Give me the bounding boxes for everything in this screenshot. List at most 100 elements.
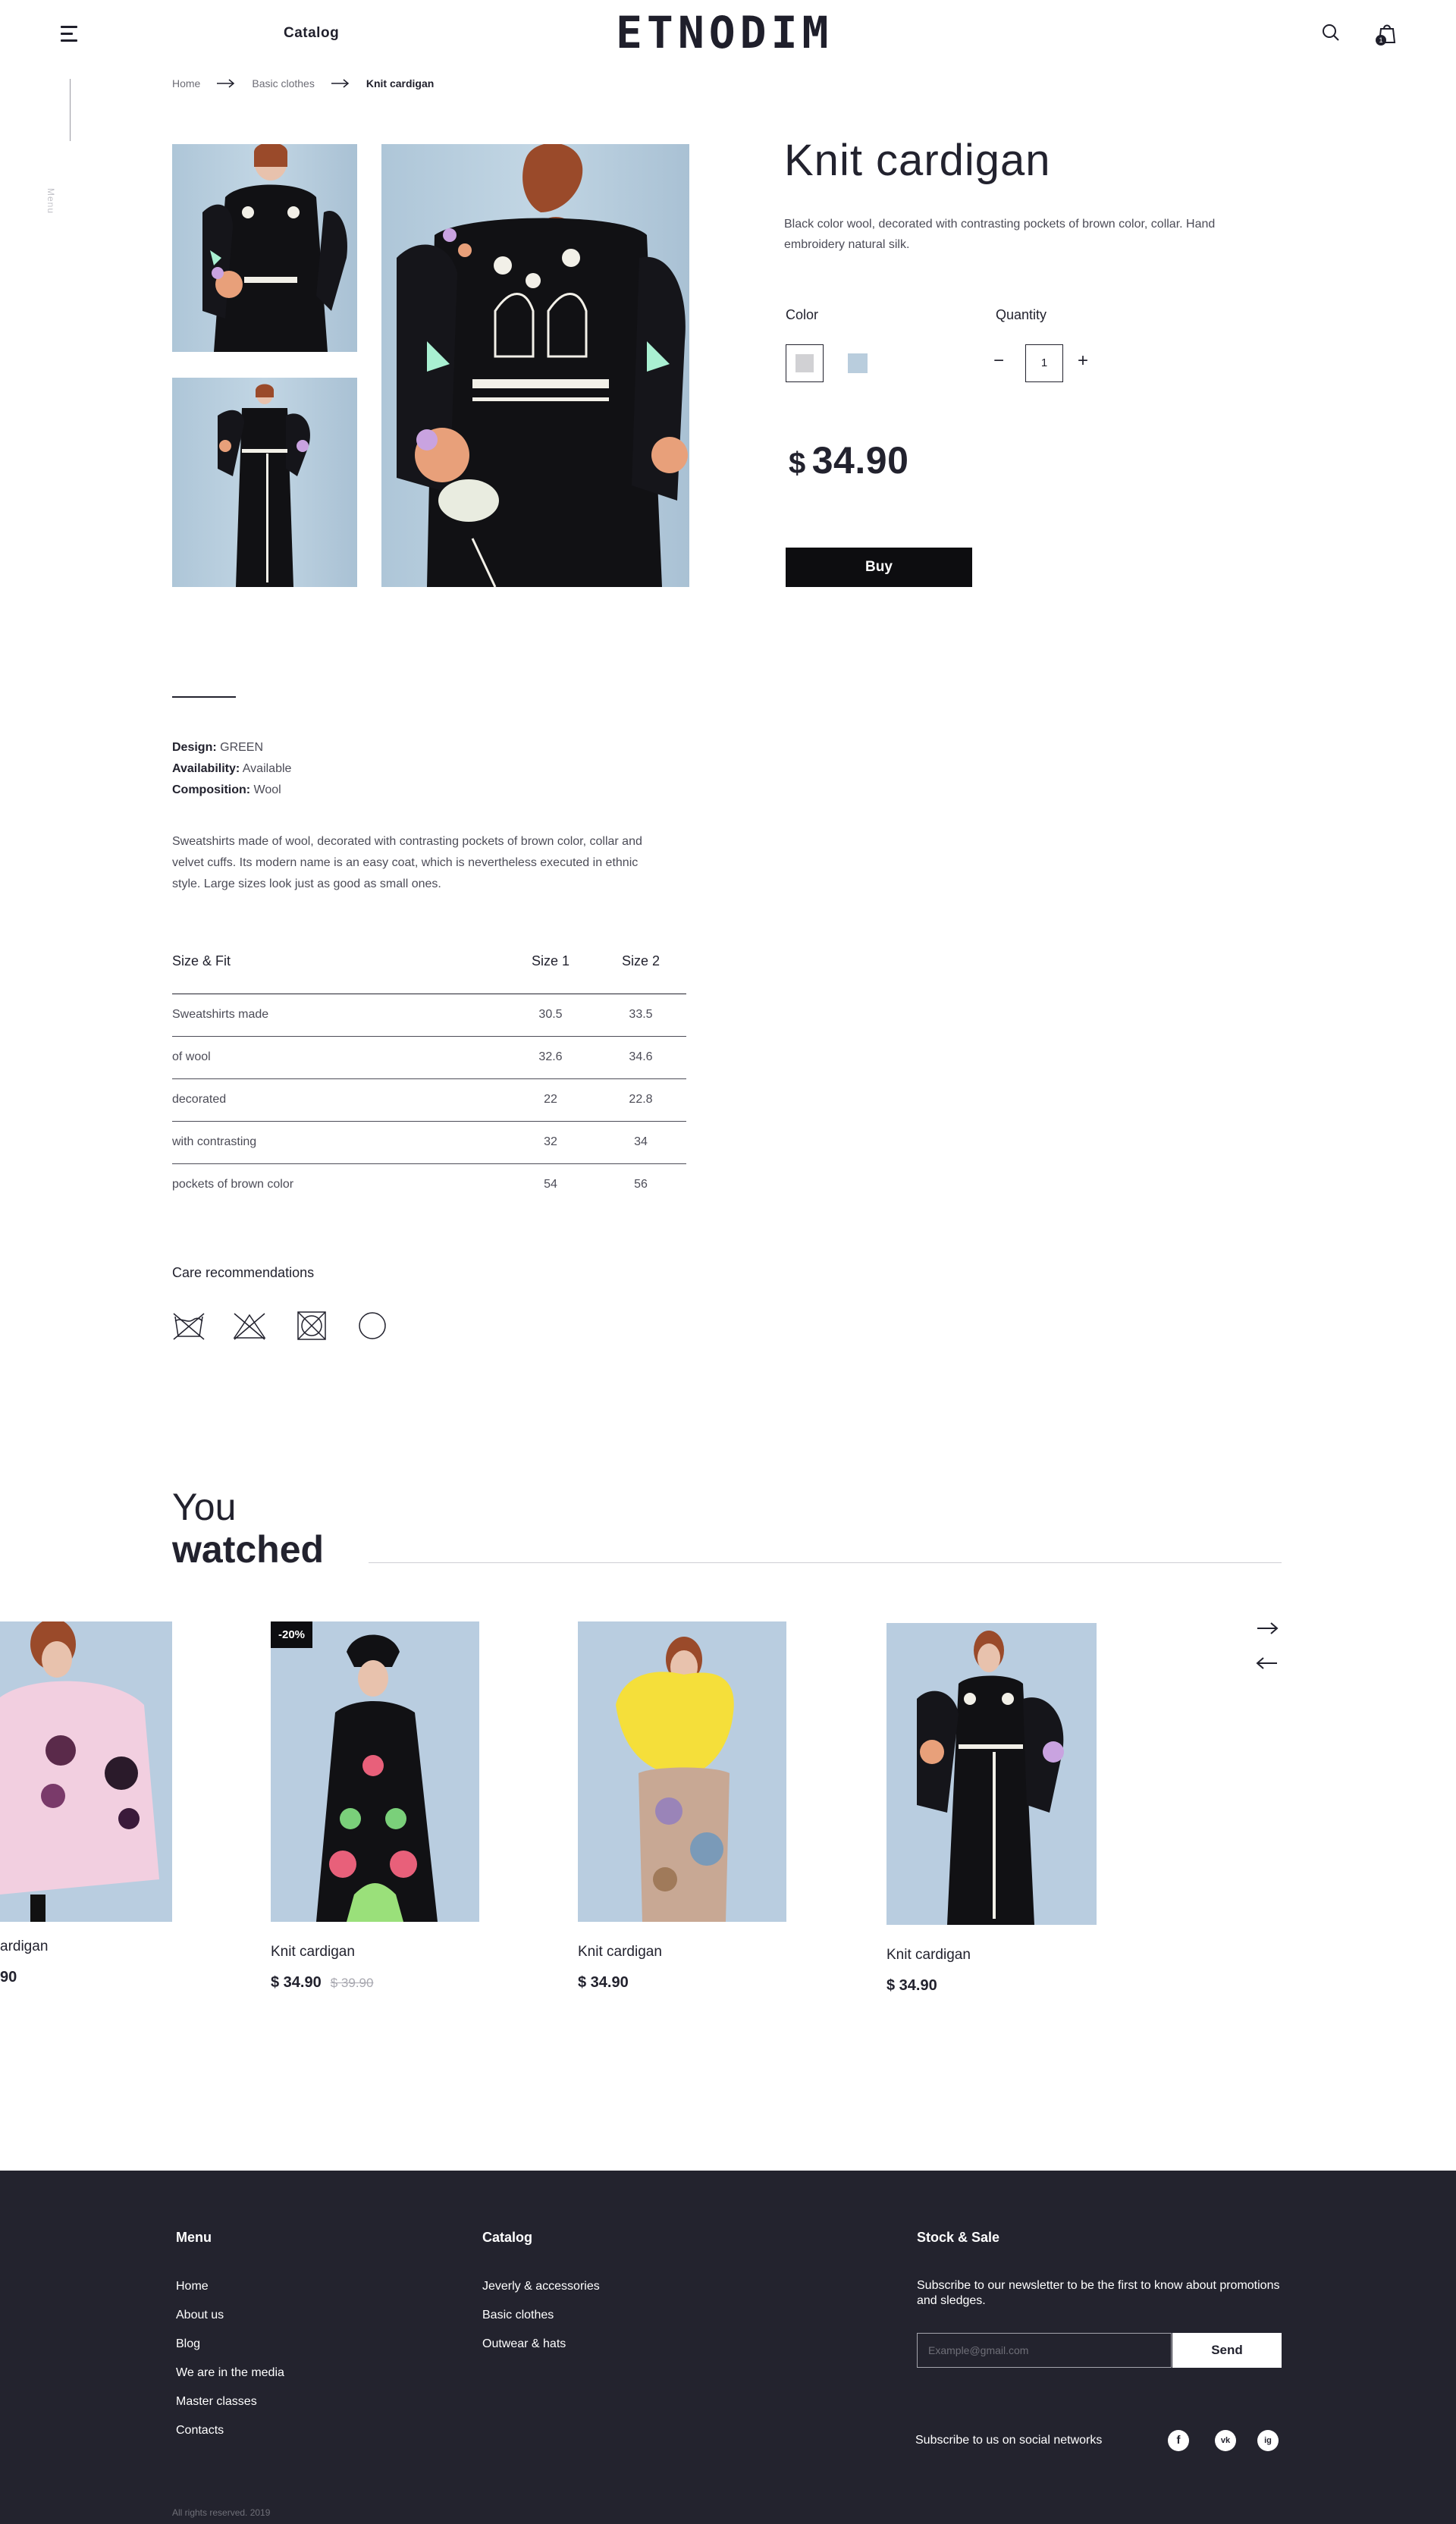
table-cell: pockets of brown color [172,1178,294,1191]
footer-link-basic-clothes[interactable]: Basic clothes [482,2309,554,2322]
watched-divider [369,1562,1282,1563]
quantity-increase-button[interactable]: + [1078,352,1088,370]
footer-catalog-title: Catalog [482,2230,533,2245]
table-cell: 22 [506,1078,595,1122]
product-thumbnail-2[interactable] [172,378,357,587]
quantity-decrease-button[interactable]: − [993,352,1004,370]
footer-link-contacts[interactable]: Contacts [176,2424,224,2438]
dress-photo [218,384,310,587]
newsletter-send-button[interactable]: Send [1172,2333,1282,2368]
newsletter-email-input[interactable] [917,2333,1172,2368]
footer-link-about[interactable]: About us [176,2309,224,2322]
copyright: All rights reserved. 2019 [172,2507,271,2518]
dress-photo [202,144,347,352]
nav-catalog-link[interactable]: Catalog [284,25,339,42]
product-card-image[interactable] [271,1621,479,1922]
menu-icon [61,26,77,28]
product-card-image[interactable] [886,1623,1097,1925]
table-cell: 34 [595,1121,686,1164]
footer-link-blog[interactable]: Blog [176,2337,200,2351]
size-table-header-cell: Size 2 [595,937,686,994]
side-menu-label[interactable]: Menu [46,188,56,214]
footer-link-home[interactable]: Home [176,2280,209,2293]
product-card-name[interactable]: Knit cardigan [578,1944,662,1960]
logo[interactable]: ETNODIM [616,11,833,55]
table-row: Sweatshirts made 30.5 33.5 [172,994,686,1037]
cart-icon[interactable]: 1 [1376,21,1398,46]
footer-link-media[interactable]: We are in the media [176,2366,284,2380]
breadcrumb: Home Basic clothes Knit cardigan [172,77,434,89]
spec-value: Wool [253,783,281,796]
table-cell: 22.8 [595,1078,686,1122]
product-card-name-partial[interactable]: ardigan [0,1939,48,1955]
color-swatch-blue[interactable] [848,353,868,373]
section-divider [172,696,236,698]
embroidered-dress-photo [886,1623,1097,1925]
footer-stock-title: Stock & Sale [917,2230,1000,2245]
menu-icon-bar [61,33,73,35]
product-main-image[interactable] [381,144,689,587]
product-card-name[interactable]: Knit cardigan [271,1944,355,1960]
side-menu-divider [70,79,71,141]
footer-link-outwear[interactable]: Outwear & hats [482,2337,566,2351]
size-table: Size & Fit Size 1 Size 2 Sweatshirts mad… [172,937,686,1206]
table-cell: 32 [506,1121,595,1164]
product-long-description: Sweatshirts made of wool, decorated with… [172,835,642,890]
spec-value: GREEN [220,741,264,754]
table-cell: Sweatshirts made [172,994,506,1037]
table-row: decorated 22 22.8 [172,1078,686,1122]
spec-composition: Composition: Wool [172,780,281,801]
product-card-name[interactable]: Knit cardigan [886,1947,971,1964]
next-arrow-icon[interactable] [1256,1621,1279,1635]
color-swatch-grey[interactable] [786,344,824,382]
table-cell: with contrasting [172,1121,506,1164]
price-currency: $ [789,447,806,480]
footer-link-jewelry[interactable]: Jeverly & accessories [482,2280,600,2293]
size-table-header-cell: Size 1 [506,937,595,994]
spec-design: Design: GREEN [172,737,263,758]
vk-icon[interactable]: vk [1215,2430,1236,2451]
facebook-icon[interactable]: f [1168,2430,1189,2451]
table-cell: 54 [544,1178,557,1191]
table-row: of wool 32.6 34.6 [172,1036,686,1079]
table-cell: decorated [172,1078,506,1122]
no-bleach-icon [233,1313,266,1340]
table-cell: 34.6 [595,1036,686,1079]
product-title: Knit cardigan [784,136,1051,185]
instagram-icon[interactable]: ig [1257,2430,1279,2451]
menu-button[interactable] [61,26,82,42]
fur-coat-photo [578,1621,786,1922]
spec-label: Composition: [172,783,251,796]
price-current: $ 34.90 [271,1974,322,1991]
product-thumbnail-1[interactable] [172,144,357,352]
product-card-price-partial: 90 [0,1969,17,1986]
spec-label: Design: [172,741,217,754]
size-table-header-cell: Size & Fit [172,937,506,994]
pink-shirt-photo [0,1621,172,1922]
product-card-price: $ 34.90 [578,1974,629,1991]
footer-menu-title: Menu [176,2230,212,2245]
breadcrumb-basic-clothes[interactable]: Basic clothes [252,77,314,89]
table-cell: 30.5 [506,994,595,1037]
menu-icon-bar [61,39,77,42]
product-card-image-partial[interactable] [0,1621,172,1922]
breadcrumb-current: Knit cardigan [366,77,435,89]
dress-photo [397,144,688,587]
buy-button[interactable]: Buy [786,548,972,587]
product-price: $34.90 [789,438,908,482]
watched-title-line2: watched [172,1528,325,1571]
table-row: pockets of brown color 54 56 [172,1163,686,1206]
social-text: Subscribe to us on social networks [915,2434,1103,2447]
footer-link-master-classes[interactable]: Master classes [176,2395,257,2409]
product-card-image[interactable] [578,1621,786,1922]
prev-arrow-icon[interactable] [1256,1656,1279,1670]
product-card-price: $ 34.90 $ 39.90 [271,1974,373,1992]
care-title: Care recommendations [172,1265,315,1280]
search-icon[interactable] [1321,23,1341,42]
quantity-label: Quantity [996,307,1047,322]
black-dress-photo [271,1621,479,1922]
arrow-right-icon [217,79,235,88]
breadcrumb-home[interactable]: Home [172,77,200,89]
quantity-input[interactable]: 1 [1025,344,1063,382]
table-cell: 33.5 [595,994,686,1037]
